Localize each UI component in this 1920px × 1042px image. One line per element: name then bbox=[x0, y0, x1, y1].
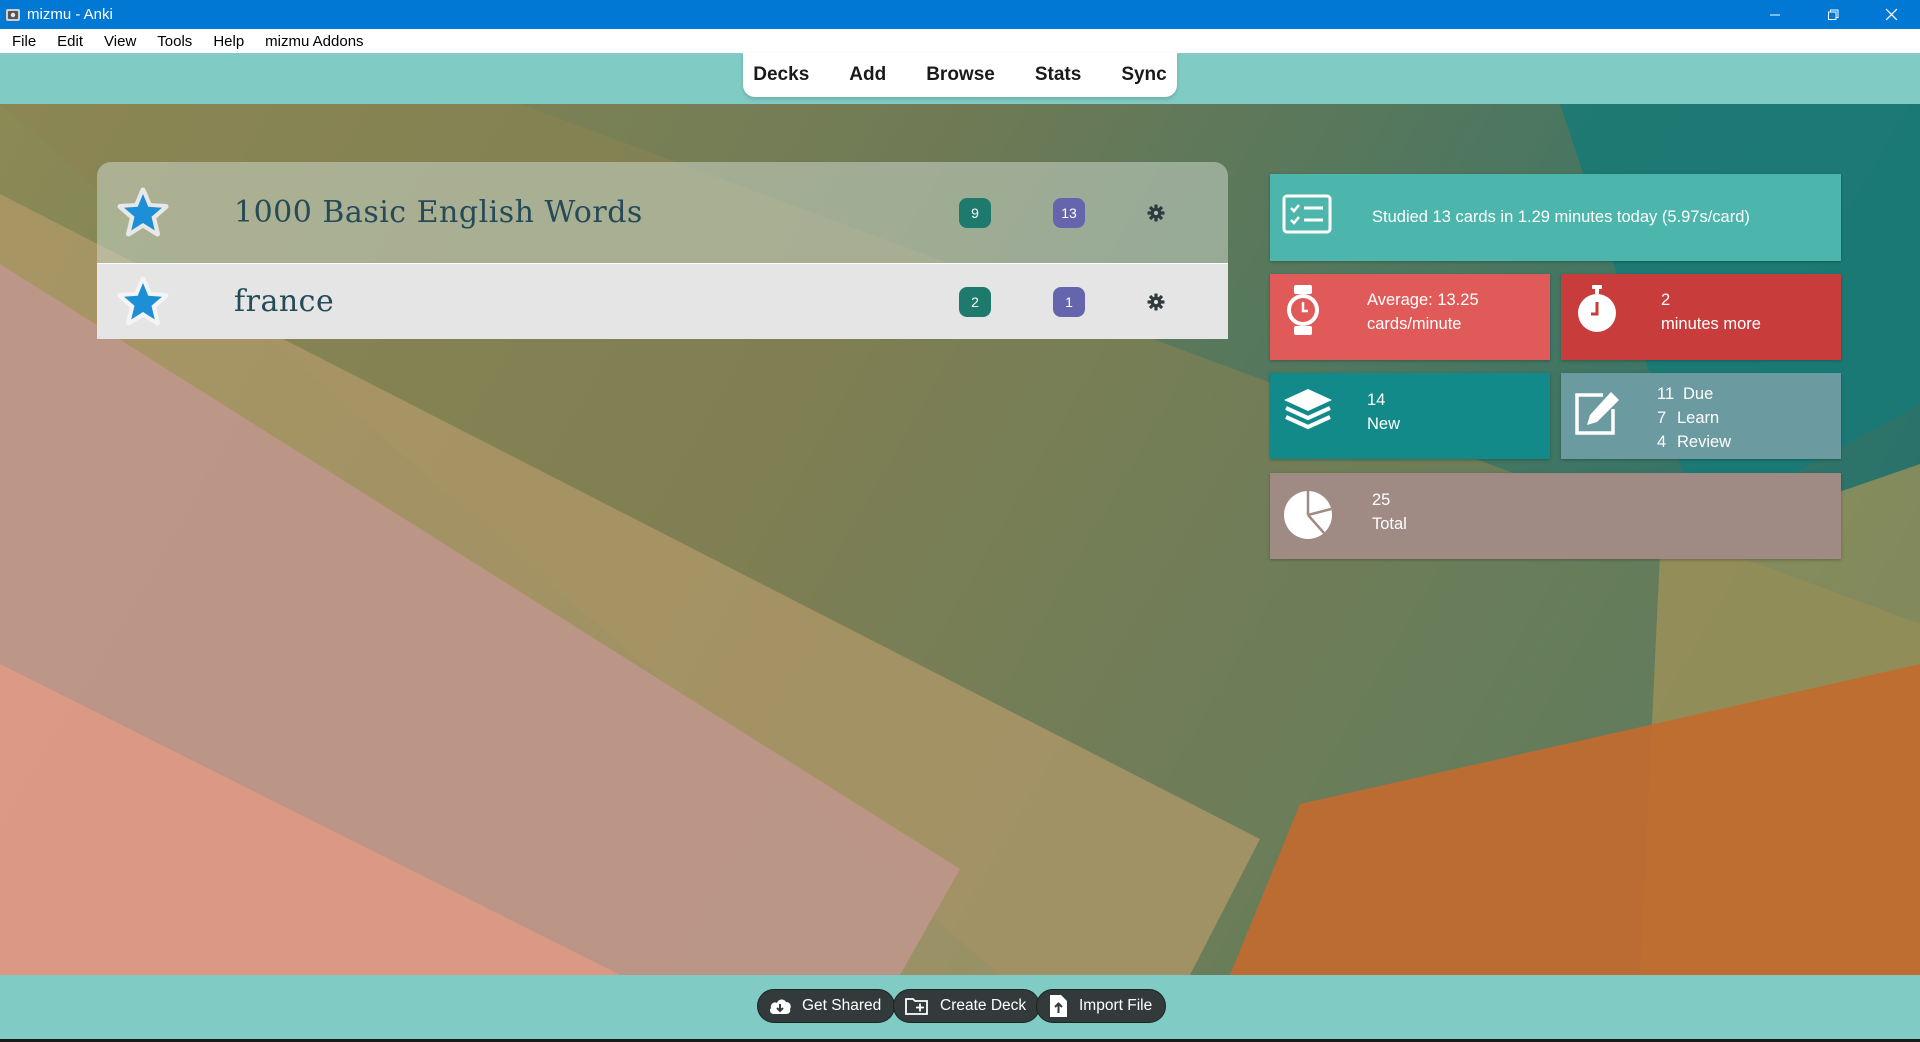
menu-tools[interactable]: Tools bbox=[145, 29, 201, 53]
total-value: 25 bbox=[1372, 491, 1391, 509]
menu-file[interactable]: File bbox=[0, 29, 45, 53]
nav-stats[interactable]: Stats bbox=[1015, 64, 1101, 86]
remaining-unit: minutes more bbox=[1661, 315, 1761, 333]
close-icon bbox=[1885, 8, 1897, 21]
minimize-icon bbox=[1770, 14, 1780, 15]
review-card: 11 Due 7 Learn 4 Review bbox=[1561, 373, 1841, 459]
deck-row[interactable]: france 2 1 bbox=[97, 263, 1228, 339]
import-file-label: Import File bbox=[1079, 997, 1153, 1014]
average-card: Average: 13.25 cards/minute bbox=[1270, 274, 1550, 360]
nav-decks[interactable]: Decks bbox=[733, 64, 829, 86]
new-count-badge: 9 bbox=[959, 197, 991, 228]
folder-add-icon bbox=[905, 998, 928, 1015]
nav-browse[interactable]: Browse bbox=[906, 64, 1015, 86]
restore-button[interactable] bbox=[1804, 0, 1862, 29]
import-file-button[interactable]: Import File bbox=[1036, 989, 1167, 1023]
deck-name[interactable]: france bbox=[234, 284, 334, 319]
minimize-button[interactable] bbox=[1746, 0, 1804, 29]
remaining-value: 2 bbox=[1661, 291, 1671, 309]
create-deck-button[interactable]: Create Deck bbox=[893, 989, 1041, 1023]
due-count-badge: 1 bbox=[1053, 286, 1085, 317]
new-card: 14 New bbox=[1270, 373, 1550, 459]
cloud-download-icon bbox=[770, 999, 791, 1014]
menu-mizmu-addons[interactable]: mizmu Addons bbox=[253, 29, 372, 53]
review-row-due: 11 Due bbox=[1657, 382, 1731, 406]
studied-text: Studied 13 cards in 1.29 minutes today (… bbox=[1372, 208, 1750, 226]
watch-icon bbox=[1287, 285, 1319, 335]
due-count: 11 bbox=[1657, 385, 1675, 403]
gear-icon[interactable] bbox=[1147, 204, 1165, 222]
nav-sync[interactable]: Sync bbox=[1101, 64, 1186, 86]
get-shared-button[interactable]: Get Shared bbox=[757, 989, 896, 1023]
remaining-card: 2 minutes more bbox=[1561, 274, 1841, 360]
average-value: Average: 13.25 bbox=[1367, 291, 1479, 309]
learn-label: Learn bbox=[1677, 409, 1720, 427]
restore-icon bbox=[1828, 9, 1839, 20]
studied-card: Studied 13 cards in 1.29 minutes today (… bbox=[1270, 174, 1841, 261]
average-unit: cards/minute bbox=[1367, 315, 1462, 333]
edit-icon bbox=[1575, 392, 1619, 435]
title-bar: mizmu - Anki bbox=[0, 0, 1920, 29]
main-nav: Decks Add Browse Stats Sync bbox=[743, 53, 1177, 97]
deck-browser: 1000 Basic English Words 9 13 france 2 1… bbox=[0, 104, 1920, 975]
review-row-learn: 7 Learn bbox=[1657, 406, 1731, 430]
checklist-icon bbox=[1282, 194, 1332, 234]
total-label: Total bbox=[1372, 515, 1407, 533]
review-count: 4 bbox=[1657, 433, 1667, 451]
due-count-badge: 13 bbox=[1053, 197, 1085, 228]
gear-icon[interactable] bbox=[1147, 293, 1165, 311]
review-label: Review bbox=[1677, 433, 1732, 451]
new-count-badge: 2 bbox=[959, 286, 991, 317]
deck-row[interactable]: 1000 Basic English Words 9 13 bbox=[97, 162, 1228, 263]
get-shared-label: Get Shared bbox=[802, 997, 882, 1014]
new-label: New bbox=[1367, 415, 1401, 433]
learn-count: 7 bbox=[1657, 409, 1667, 427]
layers-icon bbox=[1284, 389, 1332, 430]
window-title: mizmu - Anki bbox=[27, 6, 113, 23]
star-icon bbox=[117, 276, 169, 325]
star-icon bbox=[117, 187, 169, 236]
top-toolbar: Decks Add Browse Stats Sync bbox=[0, 53, 1920, 104]
new-value: 14 bbox=[1367, 391, 1386, 409]
close-button[interactable] bbox=[1862, 0, 1920, 29]
deck-list: 1000 Basic English Words 9 13 france 2 1 bbox=[97, 162, 1228, 343]
menu-view[interactable]: View bbox=[92, 29, 145, 53]
create-deck-label: Create Deck bbox=[940, 997, 1027, 1014]
menu-bar: File Edit View Tools Help mizmu Addons bbox=[0, 29, 1920, 53]
total-card: 25 Total bbox=[1270, 473, 1841, 559]
bottom-toolbar: Get Shared Create Deck Import File bbox=[0, 975, 1920, 1039]
nav-add[interactable]: Add bbox=[829, 64, 906, 86]
review-row-review: 4 Review bbox=[1657, 430, 1731, 454]
menu-edit[interactable]: Edit bbox=[45, 29, 92, 53]
deck-name[interactable]: 1000 Basic English Words bbox=[234, 195, 643, 230]
total-text: 25 Total bbox=[1372, 488, 1407, 536]
average-text: Average: 13.25 cards/minute bbox=[1367, 288, 1479, 336]
review-text: 11 Due 7 Learn 4 Review bbox=[1657, 382, 1731, 454]
menu-help[interactable]: Help bbox=[201, 29, 253, 53]
remaining-text: 2 minutes more bbox=[1661, 288, 1761, 336]
due-label: Due bbox=[1683, 385, 1714, 403]
stopwatch-icon bbox=[1578, 285, 1616, 332]
pie-chart-icon bbox=[1284, 491, 1332, 539]
anki-icon bbox=[6, 8, 20, 21]
file-upload-icon bbox=[1050, 995, 1067, 1017]
new-text: 14 New bbox=[1367, 388, 1400, 436]
